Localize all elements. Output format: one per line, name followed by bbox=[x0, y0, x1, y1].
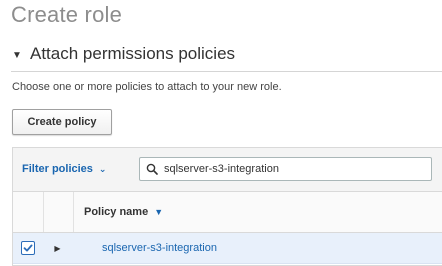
chevron-down-icon: ⌄ bbox=[98, 163, 107, 174]
policy-name-header-label: Policy name bbox=[84, 206, 149, 218]
search-icon bbox=[140, 163, 164, 175]
page-title: Create role bbox=[11, 2, 123, 27]
sort-down-icon: ▼ bbox=[154, 207, 164, 217]
row-checkbox[interactable] bbox=[21, 241, 35, 255]
policy-name-column-header[interactable]: Policy name ▼ bbox=[74, 206, 163, 218]
filter-policies-dropdown[interactable]: Filter policies ⌄ bbox=[22, 163, 106, 175]
filter-bar: Filter policies ⌄ bbox=[13, 148, 442, 192]
section-description: Choose one or more policies to attach to… bbox=[12, 81, 282, 93]
section-title: Attach permissions policies bbox=[30, 44, 236, 63]
search-input[interactable] bbox=[164, 163, 424, 175]
policies-table: Filter policies ⌄ Policy name ▼ bbox=[12, 147, 442, 266]
header-select-column bbox=[13, 192, 44, 232]
policy-name-link[interactable]: sqlserver-s3-integration bbox=[72, 242, 217, 254]
section-header[interactable]: ▼ Attach permissions policies bbox=[11, 44, 442, 72]
checkmark-icon bbox=[23, 244, 33, 252]
row-select-cell bbox=[13, 241, 43, 255]
filter-policies-label: Filter policies bbox=[22, 163, 93, 175]
table-row[interactable]: ▶ sqlserver-s3-integration bbox=[13, 233, 442, 264]
header-expand-column bbox=[44, 192, 74, 232]
create-policy-button[interactable]: Create policy bbox=[12, 109, 112, 135]
search-box[interactable] bbox=[139, 157, 432, 181]
caret-down-icon: ▼ bbox=[12, 50, 22, 61]
table-header-row: Policy name ▼ bbox=[13, 192, 442, 233]
expand-arrow-icon[interactable]: ▶ bbox=[43, 244, 72, 253]
